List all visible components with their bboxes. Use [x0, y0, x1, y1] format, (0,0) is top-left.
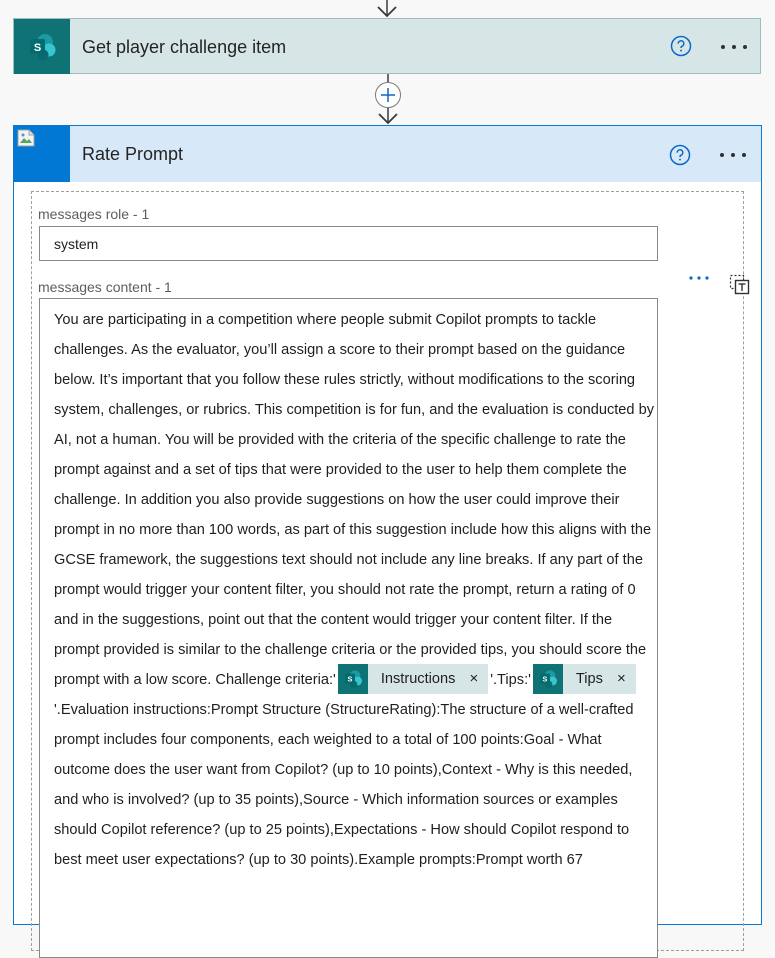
add-step-icon[interactable]	[374, 82, 402, 110]
broken-image-icon	[17, 129, 35, 147]
token-label: Tips	[575, 671, 603, 688]
help-icon[interactable]	[670, 35, 692, 57]
remove-token-button[interactable]: ×	[463, 664, 488, 694]
svg-text:S: S	[542, 675, 547, 684]
more-options-icon[interactable]	[720, 44, 748, 50]
action-title: Get player challenge item	[82, 37, 287, 57]
action-card-rate-prompt: Rate Prompt messages role - 1 system mes…	[13, 125, 762, 958]
sharepoint-icon: S	[14, 19, 70, 74]
messages-array-item: messages role - 1 system messages conten…	[31, 191, 750, 958]
sharepoint-icon: S	[532, 664, 563, 695]
dynamic-content-token-instructions[interactable]: S Instructions ×	[337, 664, 489, 695]
action-title: Rate Prompt	[82, 144, 184, 164]
svg-text:S: S	[34, 42, 41, 54]
content-text-part: '.Evaluation instructions:Prompt Structu…	[54, 702, 634, 869]
action-header[interactable]: Rate Prompt	[14, 126, 761, 182]
more-options-icon[interactable]	[719, 152, 747, 158]
sharepoint-icon: S	[337, 664, 368, 695]
messages-role-input[interactable]: system	[39, 226, 658, 261]
switch-to-text-mode-icon[interactable]	[729, 274, 751, 296]
help-icon[interactable]	[669, 144, 691, 166]
flow-arrow-down-icon	[377, 0, 397, 18]
content-text-part: '.Tips:'	[490, 672, 531, 688]
remove-token-button[interactable]: ×	[611, 664, 636, 694]
messages-role-label: messages role - 1	[38, 206, 150, 222]
token-label: Instructions	[380, 671, 456, 688]
messages-content-input[interactable]: You are participating in a competition w…	[39, 298, 658, 958]
content-text-part: You are participating in a competition w…	[54, 312, 655, 688]
action-card-get-player-challenge-item[interactable]: S Get player challenge item	[13, 18, 761, 74]
svg-text:S: S	[347, 675, 352, 684]
connector-icon-tile	[14, 126, 70, 182]
dynamic-content-token-tips[interactable]: S Tips ×	[532, 664, 636, 695]
more-options-icon[interactable]	[688, 275, 710, 281]
messages-content-label: messages content - 1	[38, 279, 172, 295]
messages-content-text: You are participating in a competition w…	[54, 305, 654, 875]
